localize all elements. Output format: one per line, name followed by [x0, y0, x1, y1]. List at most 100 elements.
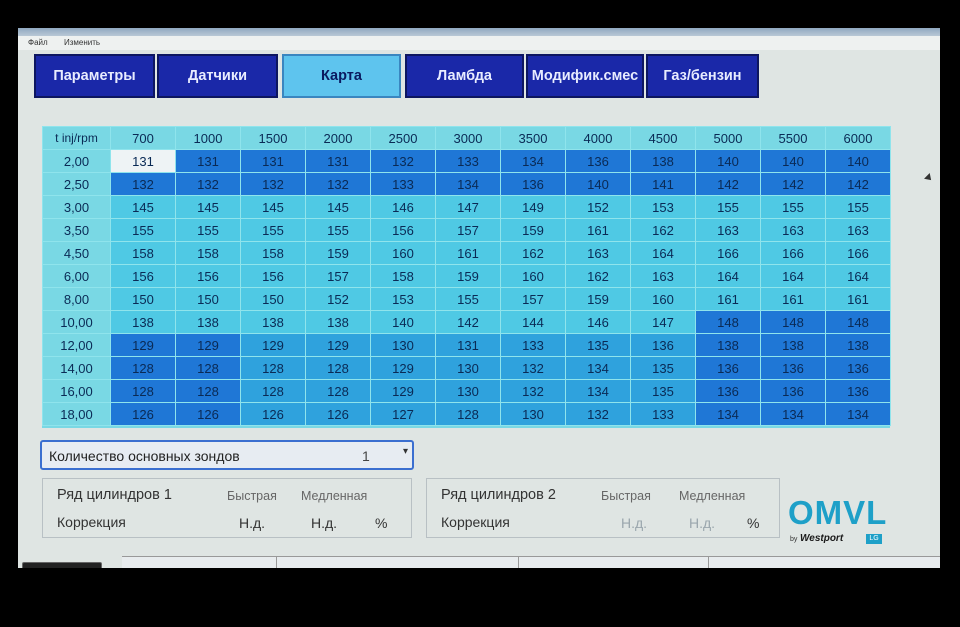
map-cell[interactable]: 161 — [825, 287, 891, 311]
map-cell[interactable]: 164 — [695, 264, 761, 288]
map-cell[interactable]: 128 — [305, 379, 371, 403]
map-cell[interactable]: 155 — [435, 287, 501, 311]
tab-lambda[interactable]: Ламбда — [405, 54, 524, 98]
map-cell[interactable]: 142 — [695, 172, 761, 196]
tab-map[interactable]: Карта — [282, 54, 401, 98]
map-cell[interactable]: 136 — [825, 356, 891, 380]
map-cell[interactable]: 166 — [695, 241, 761, 265]
map-cell[interactable]: 159 — [500, 218, 566, 242]
map-cell[interactable]: 128 — [240, 379, 306, 403]
map-cell[interactable]: 136 — [695, 379, 761, 403]
map-cell[interactable]: 142 — [435, 310, 501, 334]
map-cell[interactable]: 161 — [435, 241, 501, 265]
map-cell[interactable]: 131 — [435, 333, 501, 357]
map-cell[interactable]: 136 — [695, 356, 761, 380]
map-cell[interactable]: 147 — [630, 310, 696, 334]
map-cell[interactable]: 129 — [110, 333, 176, 357]
tab-sensors[interactable]: Датчики — [157, 54, 278, 98]
map-cell[interactable]: 164 — [825, 264, 891, 288]
map-cell[interactable]: 148 — [695, 310, 761, 334]
map-cell[interactable]: 136 — [500, 172, 566, 196]
map-cell[interactable]: 134 — [760, 402, 826, 426]
map-cell[interactable]: 158 — [175, 241, 241, 265]
map-cell[interactable]: 157 — [435, 218, 501, 242]
map-cell[interactable]: 166 — [760, 241, 826, 265]
map-cell[interactable]: 163 — [695, 218, 761, 242]
map-cell[interactable]: 152 — [305, 287, 371, 311]
map-cell[interactable]: 140 — [695, 149, 761, 173]
map-cell[interactable]: 150 — [175, 287, 241, 311]
map-cell[interactable]: 134 — [500, 149, 566, 173]
map-cell[interactable]: 160 — [370, 241, 436, 265]
map-cell[interactable]: 129 — [370, 379, 436, 403]
tab-gas-petrol[interactable]: Газ/бензин — [646, 54, 759, 98]
map-cell[interactable]: 142 — [760, 172, 826, 196]
map-cell[interactable]: 166 — [825, 241, 891, 265]
map-cell[interactable]: 150 — [240, 287, 306, 311]
map-cell[interactable]: 158 — [110, 241, 176, 265]
bottom-button[interactable] — [22, 562, 102, 568]
map-cell[interactable]: 150 — [110, 287, 176, 311]
map-cell[interactable]: 163 — [630, 264, 696, 288]
map-cell[interactable]: 128 — [175, 379, 241, 403]
map-cell[interactable]: 136 — [760, 379, 826, 403]
map-cell[interactable]: 147 — [435, 195, 501, 219]
map-cell[interactable]: 149 — [500, 195, 566, 219]
map-cell[interactable]: 156 — [370, 218, 436, 242]
map-cell[interactable]: 130 — [435, 356, 501, 380]
menu-file[interactable]: Файл — [28, 38, 48, 47]
map-cell[interactable]: 138 — [110, 310, 176, 334]
map-cell[interactable]: 152 — [565, 195, 631, 219]
map-cell[interactable]: 146 — [565, 310, 631, 334]
map-cell[interactable]: 156 — [175, 264, 241, 288]
map-cell[interactable]: 132 — [370, 149, 436, 173]
map-cell[interactable]: 140 — [760, 149, 826, 173]
map-cell[interactable]: 157 — [500, 287, 566, 311]
map-cell[interactable]: 138 — [760, 333, 826, 357]
map-cell[interactable]: 138 — [630, 149, 696, 173]
map-cell[interactable]: 145 — [240, 195, 306, 219]
map-cell[interactable]: 148 — [760, 310, 826, 334]
map-cell[interactable]: 136 — [825, 379, 891, 403]
map-cell[interactable]: 126 — [240, 402, 306, 426]
map-cell[interactable]: 132 — [175, 172, 241, 196]
map-cell[interactable]: 128 — [305, 356, 371, 380]
map-cell[interactable]: 132 — [110, 172, 176, 196]
map-cell[interactable]: 155 — [175, 218, 241, 242]
map-cell[interactable]: 138 — [305, 310, 371, 334]
map-cell[interactable]: 155 — [240, 218, 306, 242]
map-cell[interactable]: 153 — [370, 287, 436, 311]
map-cell[interactable]: 129 — [305, 333, 371, 357]
map-cell[interactable]: 133 — [630, 402, 696, 426]
menu-edit[interactable]: Изменить — [64, 38, 100, 47]
map-cell[interactable]: 133 — [370, 172, 436, 196]
map-cell[interactable]: 138 — [240, 310, 306, 334]
map-cell[interactable]: 135 — [565, 333, 631, 357]
map-cell[interactable]: 132 — [500, 379, 566, 403]
map-cell[interactable]: 158 — [240, 241, 306, 265]
map-cell[interactable]: 126 — [110, 402, 176, 426]
map-cell[interactable]: 133 — [500, 333, 566, 357]
map-cell[interactable]: 140 — [825, 149, 891, 173]
map-cell[interactable]: 156 — [110, 264, 176, 288]
map-cell[interactable]: 162 — [500, 241, 566, 265]
map-cell[interactable]: 161 — [695, 287, 761, 311]
map-cell[interactable]: 145 — [175, 195, 241, 219]
map-cell[interactable]: 134 — [435, 172, 501, 196]
map-cell[interactable]: 155 — [110, 218, 176, 242]
map-cell[interactable]: 141 — [630, 172, 696, 196]
map-cell[interactable]: 142 — [825, 172, 891, 196]
map-cell[interactable]: 131 — [240, 149, 306, 173]
map-cell[interactable]: 159 — [565, 287, 631, 311]
map-cell[interactable]: 136 — [760, 356, 826, 380]
map-cell[interactable]: 132 — [240, 172, 306, 196]
map-cell[interactable]: 161 — [760, 287, 826, 311]
map-cell[interactable]: 162 — [630, 218, 696, 242]
map-cell[interactable]: 155 — [760, 195, 826, 219]
map-cell[interactable]: 160 — [630, 287, 696, 311]
map-cell[interactable]: 135 — [630, 379, 696, 403]
map-cell[interactable]: 162 — [565, 264, 631, 288]
map-cell[interactable]: 128 — [110, 379, 176, 403]
map-cell[interactable]: 133 — [435, 149, 501, 173]
map-cell[interactable]: 136 — [630, 333, 696, 357]
